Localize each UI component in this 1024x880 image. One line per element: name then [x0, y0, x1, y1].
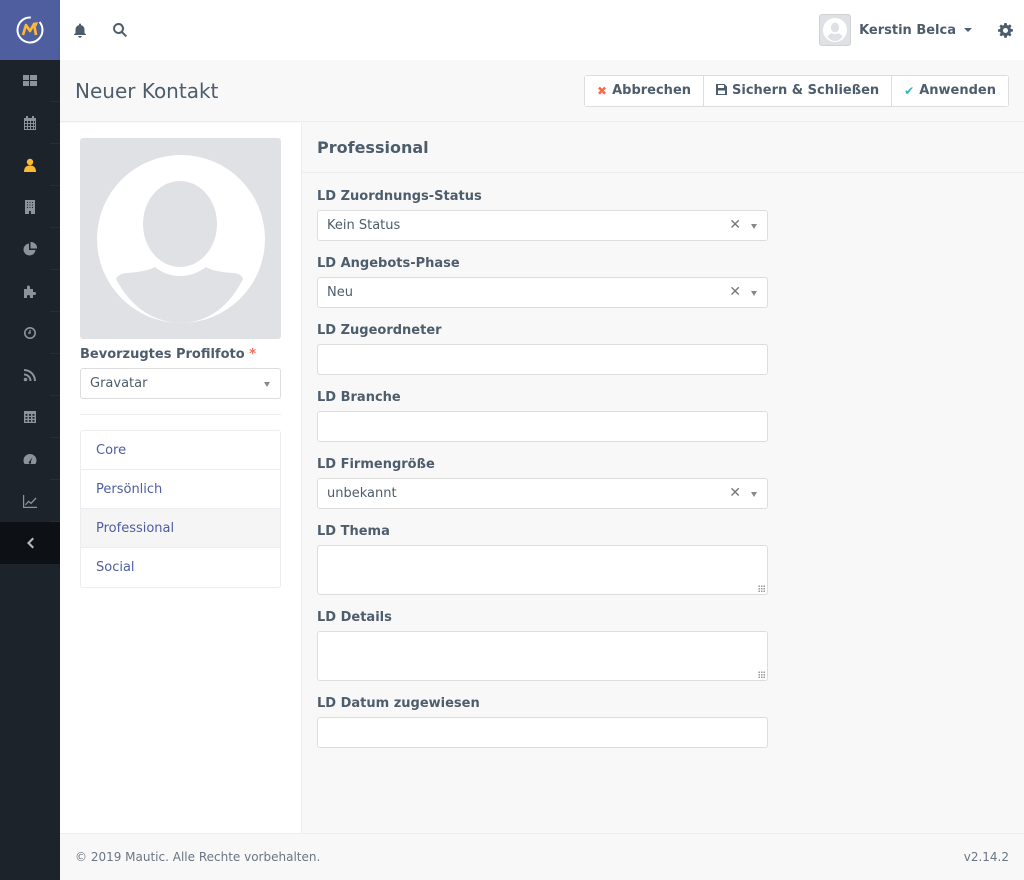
collapse-sidebar-button[interactable] [0, 522, 60, 564]
dropdown-arrow-icon [264, 382, 270, 387]
user-avatar-icon [823, 18, 848, 42]
profile-photo-value: Gravatar [90, 376, 148, 391]
search-button[interactable] [100, 0, 140, 60]
dropdown-arrow-icon [751, 492, 757, 497]
resize-handle-icon[interactable] [758, 585, 765, 592]
tab-professional[interactable]: Professional [81, 509, 280, 548]
zuordnungs-status-label: LD Zuordnungs-Status [317, 189, 482, 204]
pie-chart-icon [23, 242, 37, 256]
thema-textarea[interactable] [317, 545, 768, 595]
cancel-button[interactable]: ✖ Abbrechen [585, 75, 705, 106]
rss-icon [23, 369, 36, 382]
mautic-logo-icon [16, 16, 44, 44]
firmengroesse-value: unbekannt [327, 486, 397, 501]
tab-persoenlich[interactable]: Persönlich [81, 470, 280, 509]
calculator-icon [24, 411, 36, 423]
dropdown-arrow-icon [751, 291, 757, 296]
angebots-phase-label: LD Angebots-Phase [317, 256, 460, 271]
zuordnungs-status-select[interactable]: Kein Status ✕ [317, 210, 768, 241]
apply-button-label: Anwenden [919, 83, 996, 98]
search-icon [113, 22, 127, 38]
topbar: Kerstin Belca [60, 0, 1024, 60]
profile-photo-label: Bevorzugtes Profilfoto * [80, 347, 257, 362]
branche-input[interactable] [317, 411, 768, 442]
details-label: LD Details [317, 610, 392, 625]
section-title: Professional [302, 123, 1024, 173]
dashboard-icon [23, 75, 37, 86]
left-column: Bevorzugtes Profilfoto * Gravatar Core P… [60, 123, 302, 833]
zugeordneter-input[interactable] [317, 344, 768, 375]
building-icon [25, 200, 35, 214]
save-close-button[interactable]: Sichern & Schließen [704, 75, 893, 106]
thema-label: LD Thema [317, 524, 390, 539]
branche-label: LD Branche [317, 390, 401, 405]
version-text: v2.14.2 [963, 850, 1009, 864]
firmengroesse-select[interactable]: unbekannt ✕ [317, 478, 768, 509]
angebots-phase-select[interactable]: Neu ✕ [317, 277, 768, 308]
nav-reports[interactable] [0, 480, 60, 522]
user-icon [24, 158, 36, 172]
resize-handle-icon[interactable] [758, 671, 765, 678]
gear-icon [997, 22, 1013, 38]
caret-down-icon [964, 28, 972, 32]
clock-icon [24, 327, 36, 339]
bell-icon [74, 23, 86, 38]
clear-icon[interactable]: ✕ [729, 284, 741, 300]
details-textarea[interactable] [317, 631, 768, 681]
clear-icon[interactable]: ✕ [729, 217, 741, 233]
nav-components[interactable] [0, 270, 60, 312]
page-title: Neuer Kontakt [75, 78, 219, 103]
nav-companies[interactable] [0, 186, 60, 228]
nav-stages[interactable] [0, 438, 60, 480]
footer: © 2019 Mautic. Alle Rechte vorbehalten. … [60, 833, 1024, 880]
nav-segments[interactable] [0, 228, 60, 270]
tachometer-icon [23, 454, 37, 464]
profile-photo [80, 138, 281, 339]
datum-label: LD Datum zugewiesen [317, 696, 480, 711]
page-header: Neuer Kontakt ✖ Abbrechen Sichern & Schl… [60, 60, 1024, 122]
avatar [819, 14, 852, 46]
notifications-button[interactable] [60, 0, 100, 60]
dropdown-arrow-icon [751, 224, 757, 229]
action-buttons: ✖ Abbrechen Sichern & Schließen ✔ Anwend… [584, 74, 1009, 107]
angebots-phase-value: Neu [327, 285, 353, 300]
user-name: Kerstin Belca [859, 22, 956, 38]
calendar-icon [24, 116, 36, 130]
user-menu[interactable]: Kerstin Belca [819, 14, 986, 46]
professional-form: LD Zuordnungs-Status Kein Status ✕ LD An… [302, 173, 783, 748]
settings-button[interactable] [986, 0, 1024, 60]
nav-contacts[interactable] [0, 144, 60, 186]
user-placeholder-icon [96, 154, 265, 323]
nav-points[interactable] [0, 396, 60, 438]
nav-dashboard[interactable] [0, 60, 60, 102]
tab-core[interactable]: Core [81, 431, 280, 470]
clear-icon[interactable]: ✕ [729, 485, 741, 501]
tab-social[interactable]: Social [81, 548, 280, 587]
copyright-text: © 2019 Mautic. Alle Rechte vorbehalten. [75, 850, 321, 864]
profile-photo-select[interactable]: Gravatar [80, 368, 281, 399]
required-marker: * [249, 347, 257, 362]
puzzle-icon [24, 285, 36, 298]
main-panel: Professional LD Zuordnungs-Status Kein S… [302, 123, 1024, 833]
save-close-button-label: Sichern & Schließen [732, 83, 880, 98]
line-chart-icon [23, 495, 37, 508]
nav-channels[interactable] [0, 354, 60, 396]
nav-campaigns[interactable] [0, 312, 60, 354]
chevron-left-icon [27, 537, 34, 549]
zuordnungs-status-value: Kein Status [327, 218, 401, 233]
apply-button[interactable]: ✔ Anwenden [892, 75, 1008, 106]
mautic-logo[interactable] [0, 0, 60, 60]
check-icon: ✔ [904, 83, 915, 98]
sidebar [0, 0, 60, 880]
close-icon: ✖ [597, 83, 608, 98]
zugeordneter-label: LD Zugeordneter [317, 323, 442, 338]
nav-calendar[interactable] [0, 102, 60, 144]
datum-input[interactable] [317, 717, 768, 748]
save-icon [716, 83, 728, 98]
cancel-button-label: Abbrechen [612, 83, 692, 98]
firmengroesse-label: LD Firmengröße [317, 457, 435, 472]
section-tabs: Core Persönlich Professional Social [80, 430, 281, 588]
divider [80, 414, 281, 415]
